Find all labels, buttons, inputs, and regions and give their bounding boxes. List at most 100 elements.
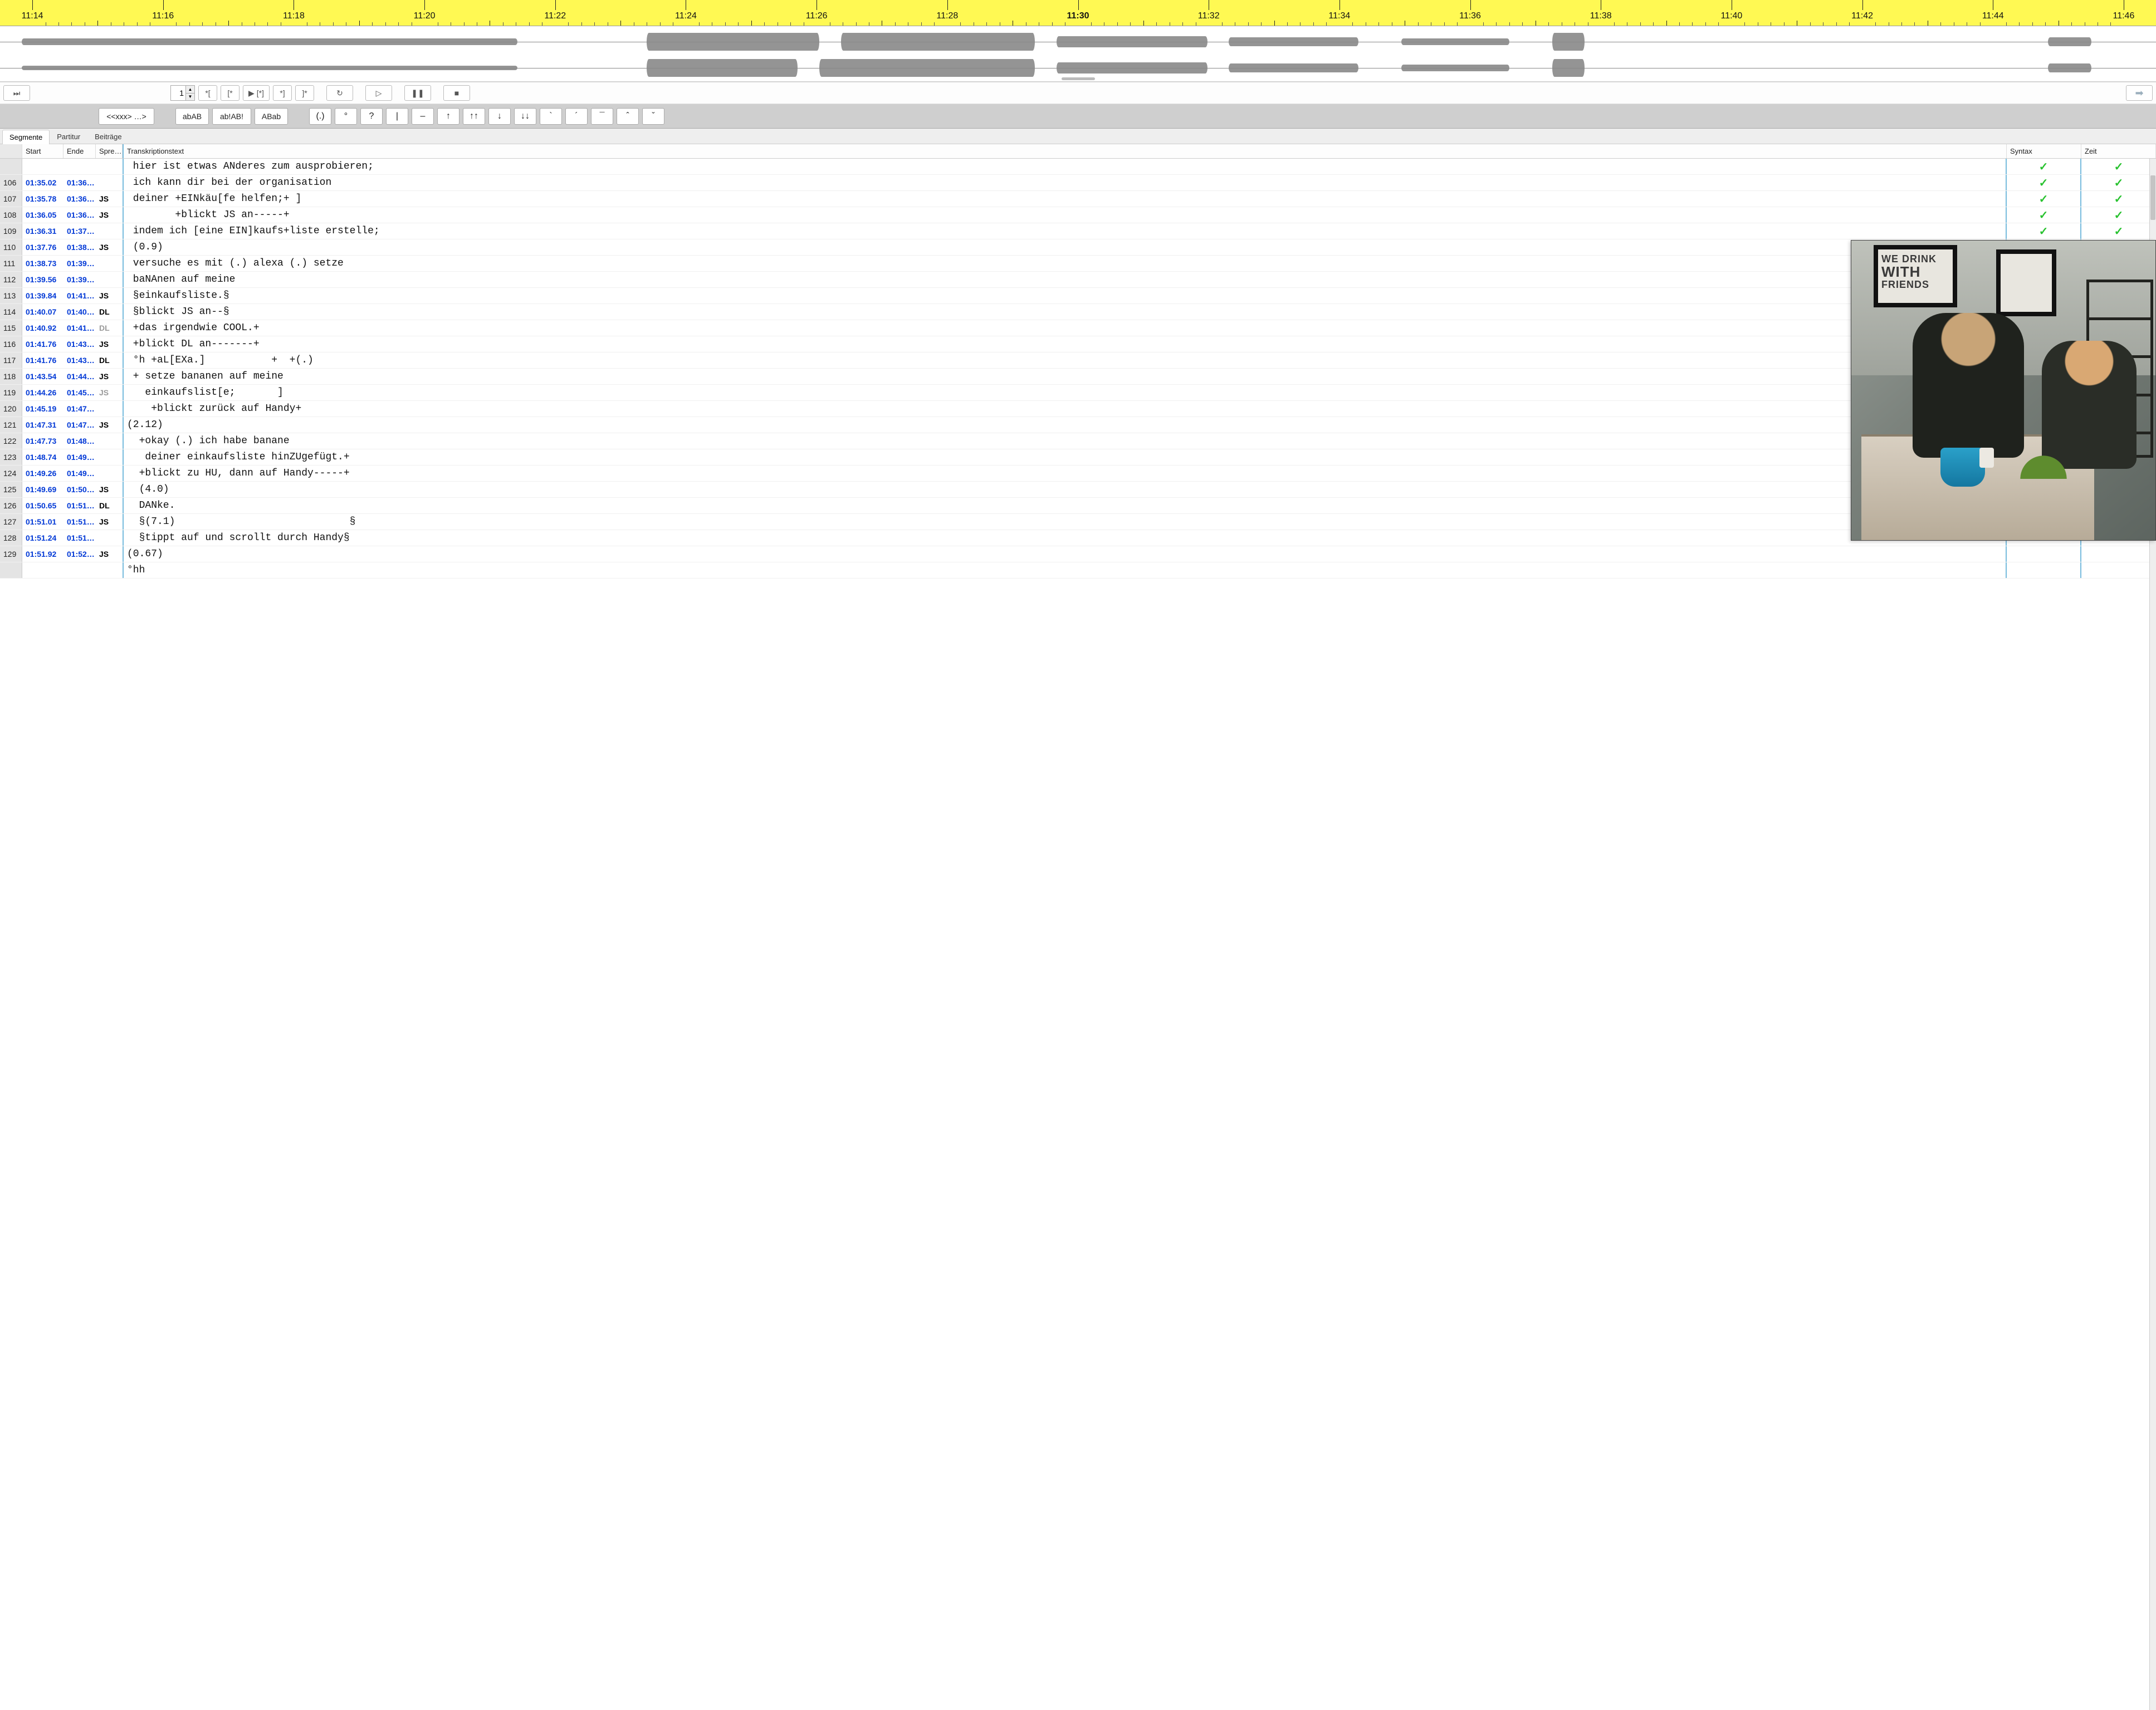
header-speaker[interactable]: Spre… xyxy=(96,144,123,158)
btn-star-close[interactable]: *] xyxy=(273,85,292,101)
table-row[interactable]: 12601:50.6501:51…DL DANke. xyxy=(0,498,2156,514)
btn-abAB[interactable]: abAB xyxy=(175,108,209,125)
btn-upup[interactable]: ↑↑ xyxy=(463,108,485,125)
header-end[interactable]: Ende xyxy=(63,144,96,158)
table-row[interactable]: 11101:38.7301:39… versuche es mit (.) al… xyxy=(0,256,2156,272)
row-text: deiner einkaufsliste hinZUgefügt.+ xyxy=(123,449,2007,465)
btn-up[interactable]: ↑ xyxy=(437,108,459,125)
btn-hacek[interactable]: ˇ xyxy=(642,108,664,125)
row-start: 01:38.73 xyxy=(22,256,63,271)
table-row[interactable]: 10801:36.0501:36…JS +blickt JS an-----+✓… xyxy=(0,207,2156,223)
table-row[interactable]: °hh xyxy=(0,562,2156,579)
btn-star-open[interactable]: *[ xyxy=(198,85,217,101)
btn-dash[interactable]: – xyxy=(412,108,434,125)
table-row[interactable]: 12701:51.0101:51…JS §(7.1) § xyxy=(0,514,2156,530)
drag-handle[interactable] xyxy=(1062,77,1095,80)
btn-play-star[interactable]: ▶ [*] xyxy=(243,85,270,101)
row-end: 01:43… xyxy=(63,352,96,368)
table-row[interactable]: 11901:44.2601:45…JS einkaufslist[e; ] xyxy=(0,385,2156,401)
btn-ABab[interactable]: ABab xyxy=(255,108,288,125)
table-row[interactable]: 11501:40.9201:41…DL +das irgendwie COOL.… xyxy=(0,320,2156,336)
row-text: baNAnen auf meine xyxy=(123,272,2007,287)
spinner-up[interactable]: ▲ xyxy=(185,86,194,94)
skip-button[interactable]: ⏭ xyxy=(3,85,30,101)
timeline-label: 11:24 xyxy=(675,11,697,21)
btn-open-star[interactable]: [* xyxy=(221,85,239,101)
btn-pause[interactable]: ❚❚ xyxy=(404,85,431,101)
spinner-input[interactable] xyxy=(171,86,185,100)
table-row[interactable]: 11301:39.8401:41…JS §einkaufsliste.§ xyxy=(0,288,2156,304)
row-end: 01:37… xyxy=(63,223,96,239)
table-row[interactable]: 12001:45.1901:47… +blickt zurück auf Han… xyxy=(0,401,2156,417)
btn-downdown[interactable]: ↓↓ xyxy=(514,108,536,125)
table-row[interactable]: 12501:49.6901:50…JS (4.0) xyxy=(0,482,2156,498)
row-number: 122 xyxy=(0,433,22,449)
table-row[interactable]: 12801:51.2401:51… §tippt auf und scrollt… xyxy=(0,530,2156,546)
table-row[interactable]: 12301:48.7401:49… deiner einkaufsliste h… xyxy=(0,449,2156,466)
btn-stop[interactable]: ■ xyxy=(443,85,470,101)
table-row[interactable]: 10901:36.3101:37… indem ich [eine EIN]ka… xyxy=(0,223,2156,239)
btn-play[interactable]: ▷ xyxy=(365,85,392,101)
table-row[interactable]: 12401:49.2601:49… +blickt zu HU, dann au… xyxy=(0,466,2156,482)
timeline-ruler[interactable]: 11:1411:1611:1811:2011:2211:2411:2611:28… xyxy=(0,0,2156,26)
table-row[interactable]: 11401:40.0701:40…DL §blickt JS an--§ xyxy=(0,304,2156,320)
btn-question[interactable]: ? xyxy=(360,108,383,125)
btn-grave[interactable]: ` xyxy=(540,108,562,125)
header-num[interactable] xyxy=(0,144,22,158)
btn-refresh[interactable]: ↻ xyxy=(326,85,353,101)
table-row[interactable]: 11201:39.5601:39… baNAnen auf meine xyxy=(0,272,2156,288)
row-end: 01:41… xyxy=(63,320,96,336)
table-header: Start Ende Spre… Transkriptionstext Synt… xyxy=(0,144,2156,159)
tab-beitraege[interactable]: Beiträge xyxy=(87,129,129,144)
table-row[interactable]: 11001:37.7601:38…JS (0.9) xyxy=(0,239,2156,256)
table-row[interactable]: 12201:47.7301:48… +okay (.) ich habe ban… xyxy=(0,433,2156,449)
scrollbar-thumb[interactable] xyxy=(2150,175,2155,220)
row-number: 106 xyxy=(0,175,22,190)
table-row[interactable]: hier ist etwas ANderes zum ausprobieren;… xyxy=(0,159,2156,175)
row-text: +blickt zu HU, dann auf Handy-----+ xyxy=(123,466,2007,481)
row-number: 108 xyxy=(0,207,22,223)
row-end: 01:47… xyxy=(63,401,96,417)
tab-partitur[interactable]: Partitur xyxy=(50,129,87,144)
btn-acute[interactable]: ´ xyxy=(565,108,588,125)
table-row[interactable]: 11701:41.7601:43…DL °h +aL[EXa.] + +(.) xyxy=(0,352,2156,369)
btn-pipe[interactable]: | xyxy=(386,108,408,125)
header-syntax[interactable]: Syntax xyxy=(2007,144,2081,158)
btn-caret[interactable]: ˆ xyxy=(617,108,639,125)
btn-macron[interactable]: ¯ xyxy=(591,108,613,125)
waveform-area[interactable] xyxy=(0,26,2156,82)
row-number xyxy=(0,159,22,174)
table-body[interactable]: WE DRINK WITH FRIENDS hier ist etwas ANd… xyxy=(0,159,2156,1710)
btn-xxx[interactable]: <<xxx> …> xyxy=(99,108,154,125)
row-speaker: JS xyxy=(96,207,123,223)
row-number: 129 xyxy=(0,546,22,562)
table-row[interactable]: 10601:35.0201:36… ich kann dir bei der o… xyxy=(0,175,2156,191)
row-speaker: JS xyxy=(96,482,123,497)
tab-segmente[interactable]: Segmente xyxy=(2,130,50,144)
row-zeit: ✓ xyxy=(2081,223,2156,239)
row-speaker: JS xyxy=(96,417,123,433)
timeline-label: 11:46 xyxy=(2113,11,2134,21)
header-text[interactable]: Transkriptionstext xyxy=(123,144,2007,158)
row-start: 01:43.54 xyxy=(22,369,63,384)
table-row[interactable]: 12101:47.3101:47…JS(2.12) xyxy=(0,417,2156,433)
row-start: 01:39.84 xyxy=(22,288,63,303)
header-zeit[interactable]: Zeit xyxy=(2081,144,2156,158)
btn-pause-dot[interactable]: (.) xyxy=(309,108,331,125)
table-row[interactable]: 12901:51.9201:52…JS(0.67) xyxy=(0,546,2156,562)
row-text: hier ist etwas ANderes zum ausprobieren; xyxy=(123,159,2007,174)
spinner-down[interactable]: ▼ xyxy=(185,94,194,101)
btn-degree[interactable]: ° xyxy=(335,108,357,125)
waveform-track-1 xyxy=(0,31,2156,53)
btn-down[interactable]: ↓ xyxy=(488,108,511,125)
header-start[interactable]: Start xyxy=(22,144,63,158)
table-row[interactable]: 11801:43.5401:44…JS + setze bananen auf … xyxy=(0,369,2156,385)
btn-close-star[interactable]: ]* xyxy=(295,85,314,101)
btn-abEXAB[interactable]: ab!AB! xyxy=(212,108,251,125)
video-panel[interactable]: WE DRINK WITH FRIENDS xyxy=(1851,240,2156,541)
row-text: °hh xyxy=(123,562,2007,578)
table-row[interactable]: 10701:35.7801:36…JS deiner +EINkäu[fe he… xyxy=(0,191,2156,207)
btn-forward[interactable]: ➡ xyxy=(2126,85,2153,101)
segment-spinner[interactable]: ▲▼ xyxy=(170,85,195,101)
table-row[interactable]: 11601:41.7601:43…JS +blickt DL an-------… xyxy=(0,336,2156,352)
